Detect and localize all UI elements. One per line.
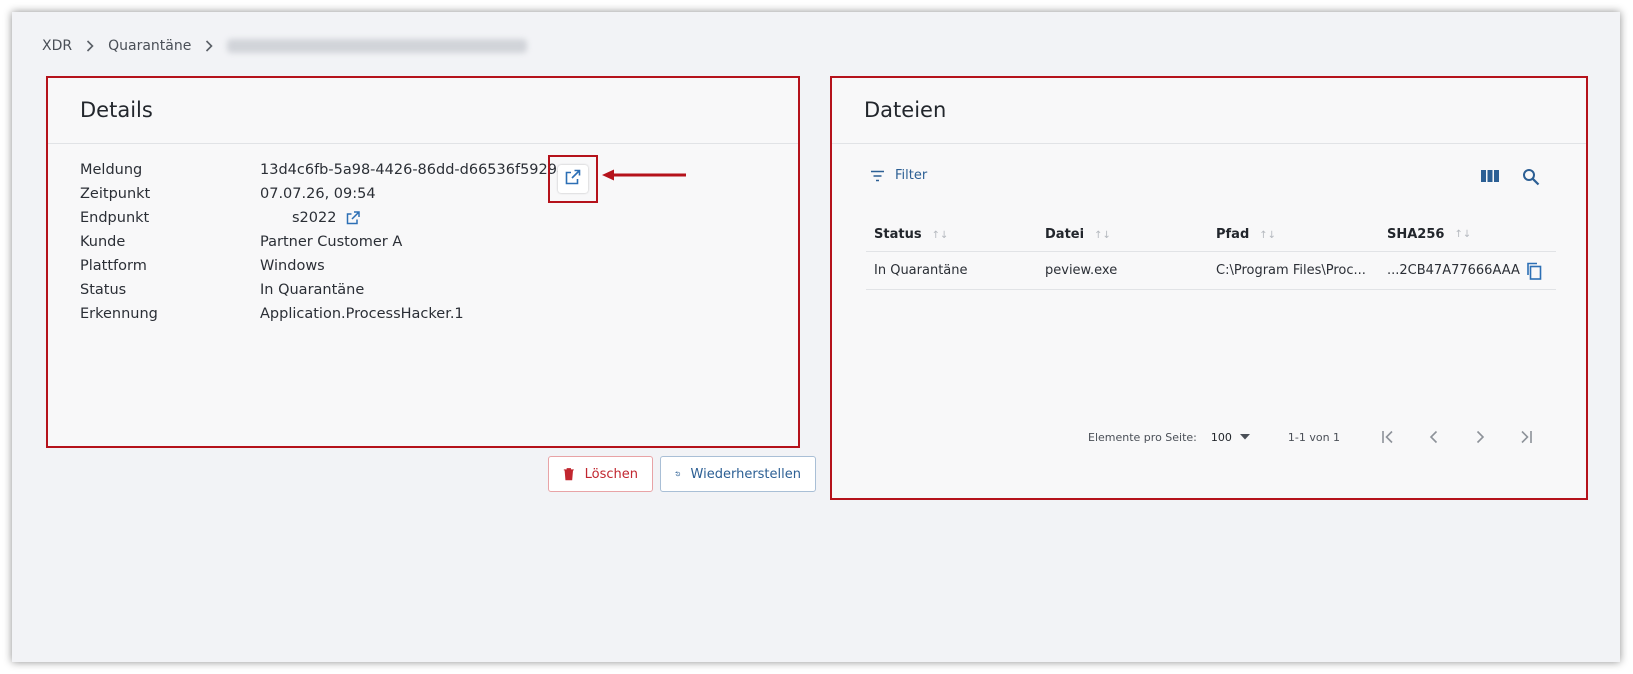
highlight-box <box>548 155 598 203</box>
trash-icon <box>563 468 574 481</box>
detail-label: Plattform <box>80 258 147 274</box>
filter-button[interactable]: Filter <box>870 168 927 183</box>
breadcrumb-xdr[interactable]: XDR <box>42 38 72 54</box>
column-datei[interactable]: Datei ↑↓ <box>1037 227 1208 242</box>
cell-sha: ...2CB47A77666AAA <box>1379 262 1556 280</box>
column-sha256[interactable]: SHA256 ↑↓ <box>1379 227 1556 242</box>
cell-file: peview.exe <box>1045 263 1118 278</box>
details-title: Details <box>48 78 798 144</box>
endpoint-link[interactable]: s2022 <box>292 210 336 226</box>
column-pfad[interactable]: Pfad ↑↓ <box>1208 227 1379 242</box>
endpoint-value: s2022 <box>260 210 361 226</box>
filter-label: Filter <box>895 168 928 183</box>
detail-value: Windows <box>260 258 325 274</box>
last-page-icon[interactable] <box>1518 430 1534 444</box>
chevron-right-icon <box>205 40 213 52</box>
detail-label: Meldung <box>80 162 143 178</box>
table-header: Status ↑↓ Datei ↑↓ Pfad ↑↓ SHA256 ↑↓ <box>866 218 1556 252</box>
column-label: Status <box>874 227 922 242</box>
breadcrumb-quarantine[interactable]: Quarantäne <box>108 38 191 54</box>
copy-icon[interactable] <box>1526 262 1542 280</box>
detail-row-erkennung: Erkennung Application.ProcessHacker.1 <box>80 302 566 326</box>
sort-icon: ↑↓ <box>931 230 949 241</box>
page-range: 1-1 von 1 <box>1287 430 1341 444</box>
caret-down-icon <box>1239 434 1250 440</box>
detail-value: 07.07.26, 09:54 <box>260 186 376 202</box>
detail-label: Kunde <box>80 234 126 250</box>
column-label: SHA256 <box>1387 227 1445 242</box>
detail-value: Application.ProcessHacker.1 <box>260 306 464 322</box>
external-link-icon <box>565 169 581 189</box>
restore-icon <box>675 471 681 477</box>
open-alert-button[interactable] <box>558 165 588 193</box>
column-status[interactable]: Status ↑↓ <box>866 227 1037 242</box>
next-page-icon[interactable] <box>1472 430 1488 444</box>
detail-label: Endpunkt <box>80 210 150 226</box>
search-icon[interactable] <box>1522 168 1540 190</box>
detail-row-plattform: Plattform Windows <box>80 254 566 278</box>
cell-status: In Quarantäne <box>874 263 968 278</box>
restore-button[interactable]: Wiederherstellen <box>660 456 816 492</box>
detail-row-zeitpunkt: Zeitpunkt 07.07.26, 09:54 <box>80 182 566 206</box>
sort-icon: ↑↓ <box>1454 229 1472 240</box>
sort-icon: ↑↓ <box>1259 230 1277 241</box>
detail-row-endpunkt: Endpunkt s2022 <box>80 206 566 230</box>
per-page-label: Elemente pro Seite: <box>1088 430 1197 444</box>
columns-icon[interactable] <box>1480 168 1500 190</box>
per-page-select[interactable]: 100 <box>1211 431 1250 444</box>
detail-label: Erkennung <box>80 306 158 322</box>
delete-button-label: Löschen <box>584 466 638 482</box>
files-card: Dateien Filter Status ↑↓ Datei ↑↓ Pfad ↑↓ S… <box>830 76 1588 500</box>
chevron-right-icon <box>86 40 94 52</box>
external-link-icon[interactable] <box>346 211 361 225</box>
detail-row-status: Status In Quarantäne <box>80 278 566 302</box>
detail-label: Zeitpunkt <box>80 186 151 202</box>
details-rows: Meldung 13d4c6fb-5a98-4426-86dd-d66536f5… <box>80 158 566 326</box>
detail-label: Status <box>80 282 127 298</box>
cell-path: C:\Program Files\Proc... <box>1216 263 1366 278</box>
sha-value: ...2CB47A77666AAA <box>1387 263 1520 278</box>
annotation-arrow-icon <box>602 169 686 181</box>
prev-page-icon[interactable] <box>1426 430 1442 444</box>
table-row[interactable]: In Quarantäne peview.exe C:\Program File… <box>866 252 1556 290</box>
breadcrumb-redacted-id <box>227 39 528 53</box>
sort-icon: ↑↓ <box>1094 230 1111 241</box>
files-title: Dateien <box>832 78 1586 144</box>
column-label: Datei <box>1045 227 1085 242</box>
detail-value: 13d4c6fb-5a98-4426-86dd-d66536f5929a <box>260 162 566 178</box>
detail-value: In Quarantäne <box>260 282 365 298</box>
delete-button[interactable]: Löschen <box>548 456 653 492</box>
page-nav <box>1380 430 1534 444</box>
column-label: Pfad <box>1216 227 1250 242</box>
detail-value: Partner Customer A <box>260 234 403 250</box>
paginator: Elemente pro Seite: 100 1-1 von 1 <box>1088 430 1534 444</box>
files-table: Status ↑↓ Datei ↑↓ Pfad ↑↓ SHA256 ↑↓ In Quar… <box>866 218 1556 290</box>
breadcrumb: XDR Quarantäne <box>42 38 528 54</box>
restore-button-label: Wiederherstellen <box>690 466 801 482</box>
table-tools <box>1480 168 1540 190</box>
detail-row-meldung: Meldung 13d4c6fb-5a98-4426-86dd-d66536f5… <box>80 158 566 182</box>
first-page-icon[interactable] <box>1380 430 1396 444</box>
filter-icon <box>871 170 884 181</box>
per-page-value: 100 <box>1210 430 1232 444</box>
detail-row-kunde: Kunde Partner Customer A <box>80 230 566 254</box>
details-card: Details Meldung 13d4c6fb-5a98-4426-86dd-… <box>46 76 816 492</box>
